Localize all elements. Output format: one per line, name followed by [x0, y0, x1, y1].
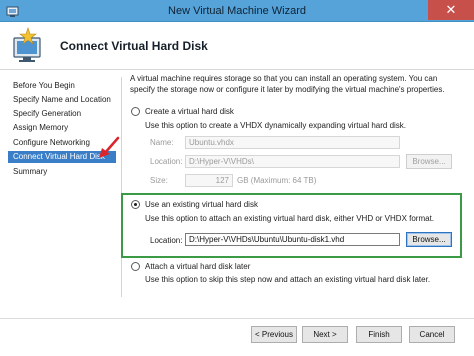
footer-divider: [0, 318, 474, 319]
attach-later-label[interactable]: Attach a virtual hard disk later: [145, 262, 250, 271]
close-button[interactable]: ✕: [428, 0, 474, 20]
create-name-label: Name:: [150, 138, 174, 147]
title-bar: New Virtual Machine Wizard ✕: [0, 0, 474, 22]
sidebar-item-specify-generation[interactable]: Specify Generation: [8, 108, 116, 120]
create-disk-label[interactable]: Create a virtual hard disk: [145, 107, 234, 116]
attach-later-radio[interactable]: [131, 262, 140, 271]
create-location-label: Location:: [150, 157, 183, 166]
previous-button[interactable]: < Previous: [251, 326, 297, 343]
create-size-unit: GB (Maximum: 64 TB): [237, 176, 317, 185]
next-button[interactable]: Next >: [302, 326, 348, 343]
finish-button[interactable]: Finish: [356, 326, 402, 343]
sidebar-divider: [121, 77, 122, 297]
attach-later-help: Use this option to skip this step now an…: [145, 275, 431, 284]
sidebar-item-specify-name-and-location[interactable]: Specify Name and Location: [8, 94, 116, 106]
virtual-machine-wizard-icon: [13, 27, 41, 62]
cancel-button[interactable]: Cancel: [409, 326, 455, 343]
existing-disk-highlight: [121, 193, 462, 258]
create-size-label: Size:: [150, 176, 168, 185]
wizard-steps-sidebar: Before You Begin Specify Name and Locati…: [0, 71, 120, 301]
page-title: Connect Virtual Hard Disk: [60, 39, 208, 53]
window-title: New Virtual Machine Wizard: [168, 5, 306, 17]
sidebar-item-before-you-begin[interactable]: Before You Begin: [8, 80, 116, 92]
create-disk-help: Use this option to create a VHDX dynamic…: [145, 121, 407, 130]
create-disk-radio[interactable]: [131, 107, 140, 116]
create-size-field[interactable]: 127: [185, 174, 233, 187]
page-description: A virtual machine requires storage so th…: [130, 74, 445, 94]
wizard-header: Connect Virtual Hard Disk: [0, 22, 474, 70]
create-location-field[interactable]: D:\Hyper-V\VHDs\: [185, 155, 400, 168]
create-name-field[interactable]: Ubuntu.vhdx: [185, 136, 400, 149]
sidebar-item-assign-memory[interactable]: Assign Memory: [8, 122, 116, 134]
sidebar-item-summary[interactable]: Summary: [8, 166, 116, 178]
create-browse-button[interactable]: Browse...: [406, 154, 452, 169]
annotation-arrow-icon: [99, 136, 120, 158]
